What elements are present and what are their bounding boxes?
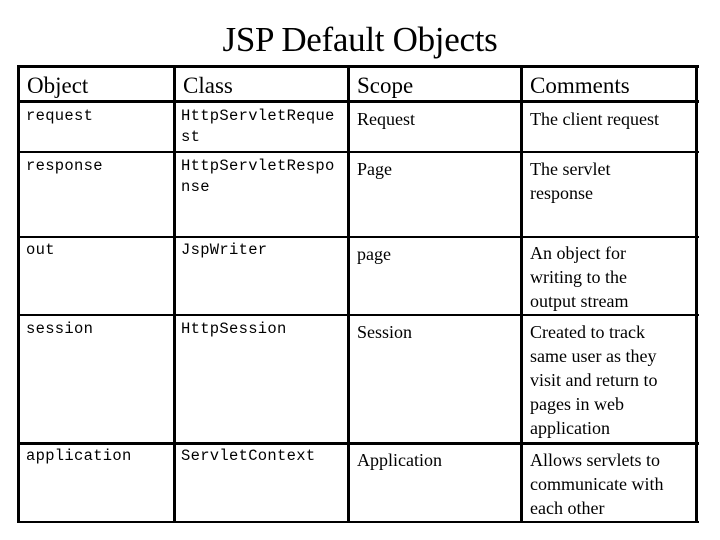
cell-object: session — [26, 320, 94, 338]
cell-comments: An object for writing to the output stre… — [530, 243, 629, 311]
cell-comments: The client request — [530, 109, 659, 129]
cell-scope: Application — [357, 450, 442, 470]
cell-object: response — [26, 157, 103, 175]
header-divider — [18, 100, 699, 103]
cell-comments: Created to track same user as they visit… — [530, 322, 658, 438]
cell-scope: page — [357, 244, 391, 264]
objects-table: Object Class Scope Comments request Http… — [0, 0, 720, 540]
row-divider — [18, 314, 699, 316]
cell-class: ServletContext — [181, 447, 316, 465]
cell-scope: Page — [357, 159, 392, 179]
cell-class: JspWriter — [181, 241, 268, 259]
cell-scope: Request — [357, 109, 415, 129]
cell-class: HttpSession — [181, 320, 287, 338]
cell-class: HttpServletResponse — [181, 157, 335, 196]
header-scope: Scope — [357, 73, 414, 98]
table-border-top — [18, 65, 699, 68]
table-border-bottom — [18, 521, 699, 523]
cell-comments: Allows servlets to communicate with each… — [530, 450, 664, 518]
cell-object: out — [26, 241, 55, 259]
header-object: Object — [27, 73, 89, 98]
cell-scope: Session — [357, 322, 413, 342]
header-class: Class — [183, 73, 233, 98]
cell-comments: The servlet response — [530, 159, 611, 203]
cell-class: HttpServletRequest — [181, 107, 335, 146]
cell-object: application — [26, 447, 132, 465]
column-divider — [695, 65, 698, 523]
row-divider — [18, 442, 699, 445]
row-divider — [18, 151, 699, 153]
cell-object: request — [26, 107, 94, 125]
row-divider — [18, 236, 699, 238]
header-comments: Comments — [530, 73, 630, 98]
